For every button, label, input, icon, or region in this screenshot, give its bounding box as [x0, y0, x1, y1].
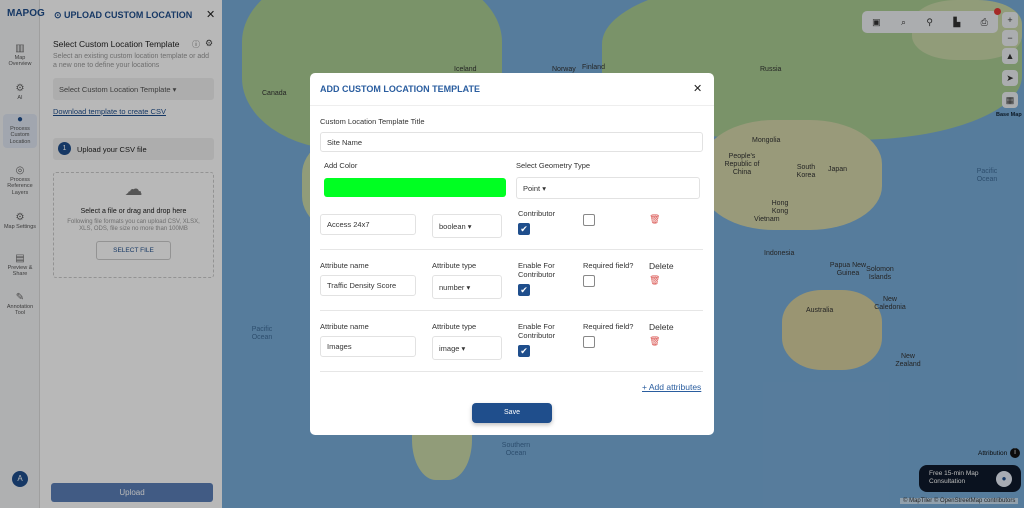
trash-icon[interactable]: 🗑: [649, 214, 660, 225]
divider: [310, 105, 714, 106]
attribute-type-select[interactable]: number ▾: [432, 275, 502, 299]
attribute-name-input[interactable]: Traffic Density Score: [320, 275, 416, 296]
required-field-checkbox[interactable]: [583, 214, 595, 226]
template-title-label: Custom Location Template Title: [320, 117, 425, 126]
attribute-type-label: Attribute type: [432, 261, 477, 270]
geometry-type-value: Point: [523, 183, 541, 193]
geometry-type-select[interactable]: Point ▾: [516, 177, 700, 199]
enable-contributor-checkbox[interactable]: ✔: [518, 284, 530, 296]
enable-contributor-checkbox[interactable]: ✔: [518, 223, 530, 235]
save-button[interactable]: Save: [472, 403, 552, 423]
enable-contributor-label: Enable For Contributor: [518, 322, 556, 340]
trash-icon[interactable]: 🗑: [649, 275, 660, 286]
required-field-checkbox[interactable]: [583, 275, 595, 287]
attribute-type-select[interactable]: image ▾: [432, 336, 502, 360]
add-attributes-link[interactable]: + Add attributes: [642, 382, 701, 392]
attribute-type-label: Attribute type: [432, 322, 477, 331]
delete-label: Delete: [649, 261, 674, 271]
required-field-label: Required field?: [583, 261, 634, 270]
required-field-checkbox[interactable]: [583, 336, 595, 348]
enable-contributor-checkbox[interactable]: ✔: [518, 345, 530, 357]
add-template-modal: ADD CUSTOM LOCATION TEMPLATE ✕ Custom Lo…: [310, 73, 714, 435]
divider: [320, 371, 703, 372]
template-title-input[interactable]: Site Name: [320, 132, 703, 152]
required-field-label: Required field?: [583, 322, 634, 331]
divider: [320, 310, 703, 311]
add-color-label: Add Color: [324, 161, 358, 170]
close-icon[interactable]: ✕: [693, 82, 702, 95]
enable-contributor-label: Contributor: [518, 209, 556, 218]
attribute-type-select[interactable]: boolean ▾: [432, 214, 502, 238]
attribute-name-input[interactable]: Access 24x7: [320, 214, 416, 235]
attribute-type-value: boolean: [439, 221, 466, 231]
enable-contributor-label: Enable For Contributor: [518, 261, 556, 279]
modal-title: ADD CUSTOM LOCATION TEMPLATE: [320, 84, 480, 94]
attribute-name-label: Attribute name: [320, 322, 369, 331]
geometry-type-label: Select Geometry Type: [516, 161, 591, 170]
attribute-type-value: number: [439, 282, 465, 292]
trash-icon[interactable]: 🗑: [649, 336, 660, 347]
attribute-name-input[interactable]: Images: [320, 336, 416, 357]
divider: [320, 249, 703, 250]
attribute-type-value: image: [439, 343, 460, 353]
attribute-name-label: Attribute name: [320, 261, 369, 270]
color-picker[interactable]: [324, 178, 506, 197]
delete-label: Delete: [649, 322, 674, 332]
